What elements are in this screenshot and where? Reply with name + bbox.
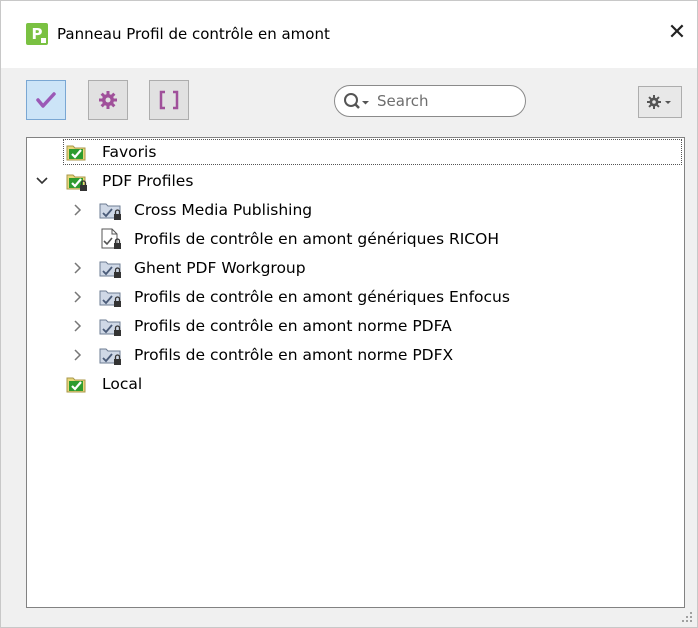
brackets-icon <box>159 90 179 110</box>
tree-item-ricoh-profiles[interactable]: Profils de contrôle en amont génériques … <box>27 225 682 253</box>
tree-item-label: Cross Media Publishing <box>134 201 313 219</box>
search-input[interactable] <box>377 90 517 112</box>
green-check-folder-icon <box>66 145 86 161</box>
tree-item-enfocus-profiles[interactable]: Profils de contrôle en amont génériques … <box>27 283 682 311</box>
app-logo-icon: P <box>26 23 48 45</box>
tree-item-pdfa-profiles[interactable]: Profils de contrôle en amont norme PDFA <box>27 312 682 340</box>
tree-item-local[interactable]: Local <box>27 370 682 398</box>
close-button[interactable]: ✕ <box>665 19 689 47</box>
tree-item-pdf-profiles[interactable]: PDF Profiles <box>27 167 682 195</box>
tree-item-label: Local <box>102 375 143 393</box>
locked-profile-folder-icon <box>99 261 121 278</box>
tree-item-ghent-pdf-workgroup[interactable]: Ghent PDF Workgroup <box>27 254 682 282</box>
tree-item-favoris[interactable]: Favoris <box>27 138 682 166</box>
profile-tree: Favoris PDF Profiles Cross Media Publish… <box>26 137 685 608</box>
expanded-chevron-icon[interactable] <box>34 167 50 195</box>
green-check-folder-icon <box>66 377 86 393</box>
checkmark-icon <box>36 92 56 108</box>
gear-icon <box>99 91 117 109</box>
collapsed-chevron-icon[interactable] <box>70 254 86 282</box>
profiles-tab-button[interactable] <box>26 80 66 120</box>
collapsed-chevron-icon[interactable] <box>70 196 86 224</box>
tree-item-cross-media-publishing[interactable]: Cross Media Publishing <box>27 196 682 224</box>
locked-profile-document-icon <box>101 228 121 249</box>
tree-item-label: Profils de contrôle en amont norme PDFA <box>134 317 452 335</box>
search-icon <box>344 93 369 109</box>
tree-item-label: Profils de contrôle en amont norme PDFX <box>134 346 454 364</box>
window-title: Panneau Profil de contrôle en amont <box>57 25 330 43</box>
collapsed-chevron-icon[interactable] <box>70 312 86 340</box>
green-check-locked-folder-icon <box>66 174 87 191</box>
tree-item-pdfx-profiles[interactable]: Profils de contrôle en amont norme PDFX <box>27 341 682 369</box>
tree-item-label: Ghent PDF Workgroup <box>134 259 306 277</box>
locked-profile-folder-icon <box>99 290 121 307</box>
gear-dropdown-icon <box>647 95 671 109</box>
tree-item-label: Profils de contrôle en amont génériques … <box>134 230 499 248</box>
tree-item-label: PDF Profiles <box>102 172 194 190</box>
collapsed-chevron-icon[interactable] <box>70 341 86 369</box>
preflight-profiles-window: P Panneau Profil de contrôle en amont ✕ <box>0 0 698 628</box>
tree-item-label: Profils de contrôle en amont génériques … <box>134 288 510 306</box>
locked-profile-folder-icon <box>99 319 121 336</box>
options-menu-button[interactable] <box>638 86 682 118</box>
search-box[interactable] <box>334 85 526 117</box>
toolbar <box>1 68 697 138</box>
fixups-tab-button[interactable] <box>88 80 128 120</box>
title-bar: P Panneau Profil de contrôle en amont ✕ <box>1 1 697 68</box>
locked-profile-folder-icon <box>99 348 121 365</box>
collapsed-chevron-icon[interactable] <box>70 283 86 311</box>
locked-profile-folder-icon <box>99 203 121 220</box>
resize-grip-icon[interactable] <box>681 611 693 623</box>
tree-item-label: Favoris <box>102 143 157 161</box>
brackets-tab-button[interactable] <box>149 80 189 120</box>
